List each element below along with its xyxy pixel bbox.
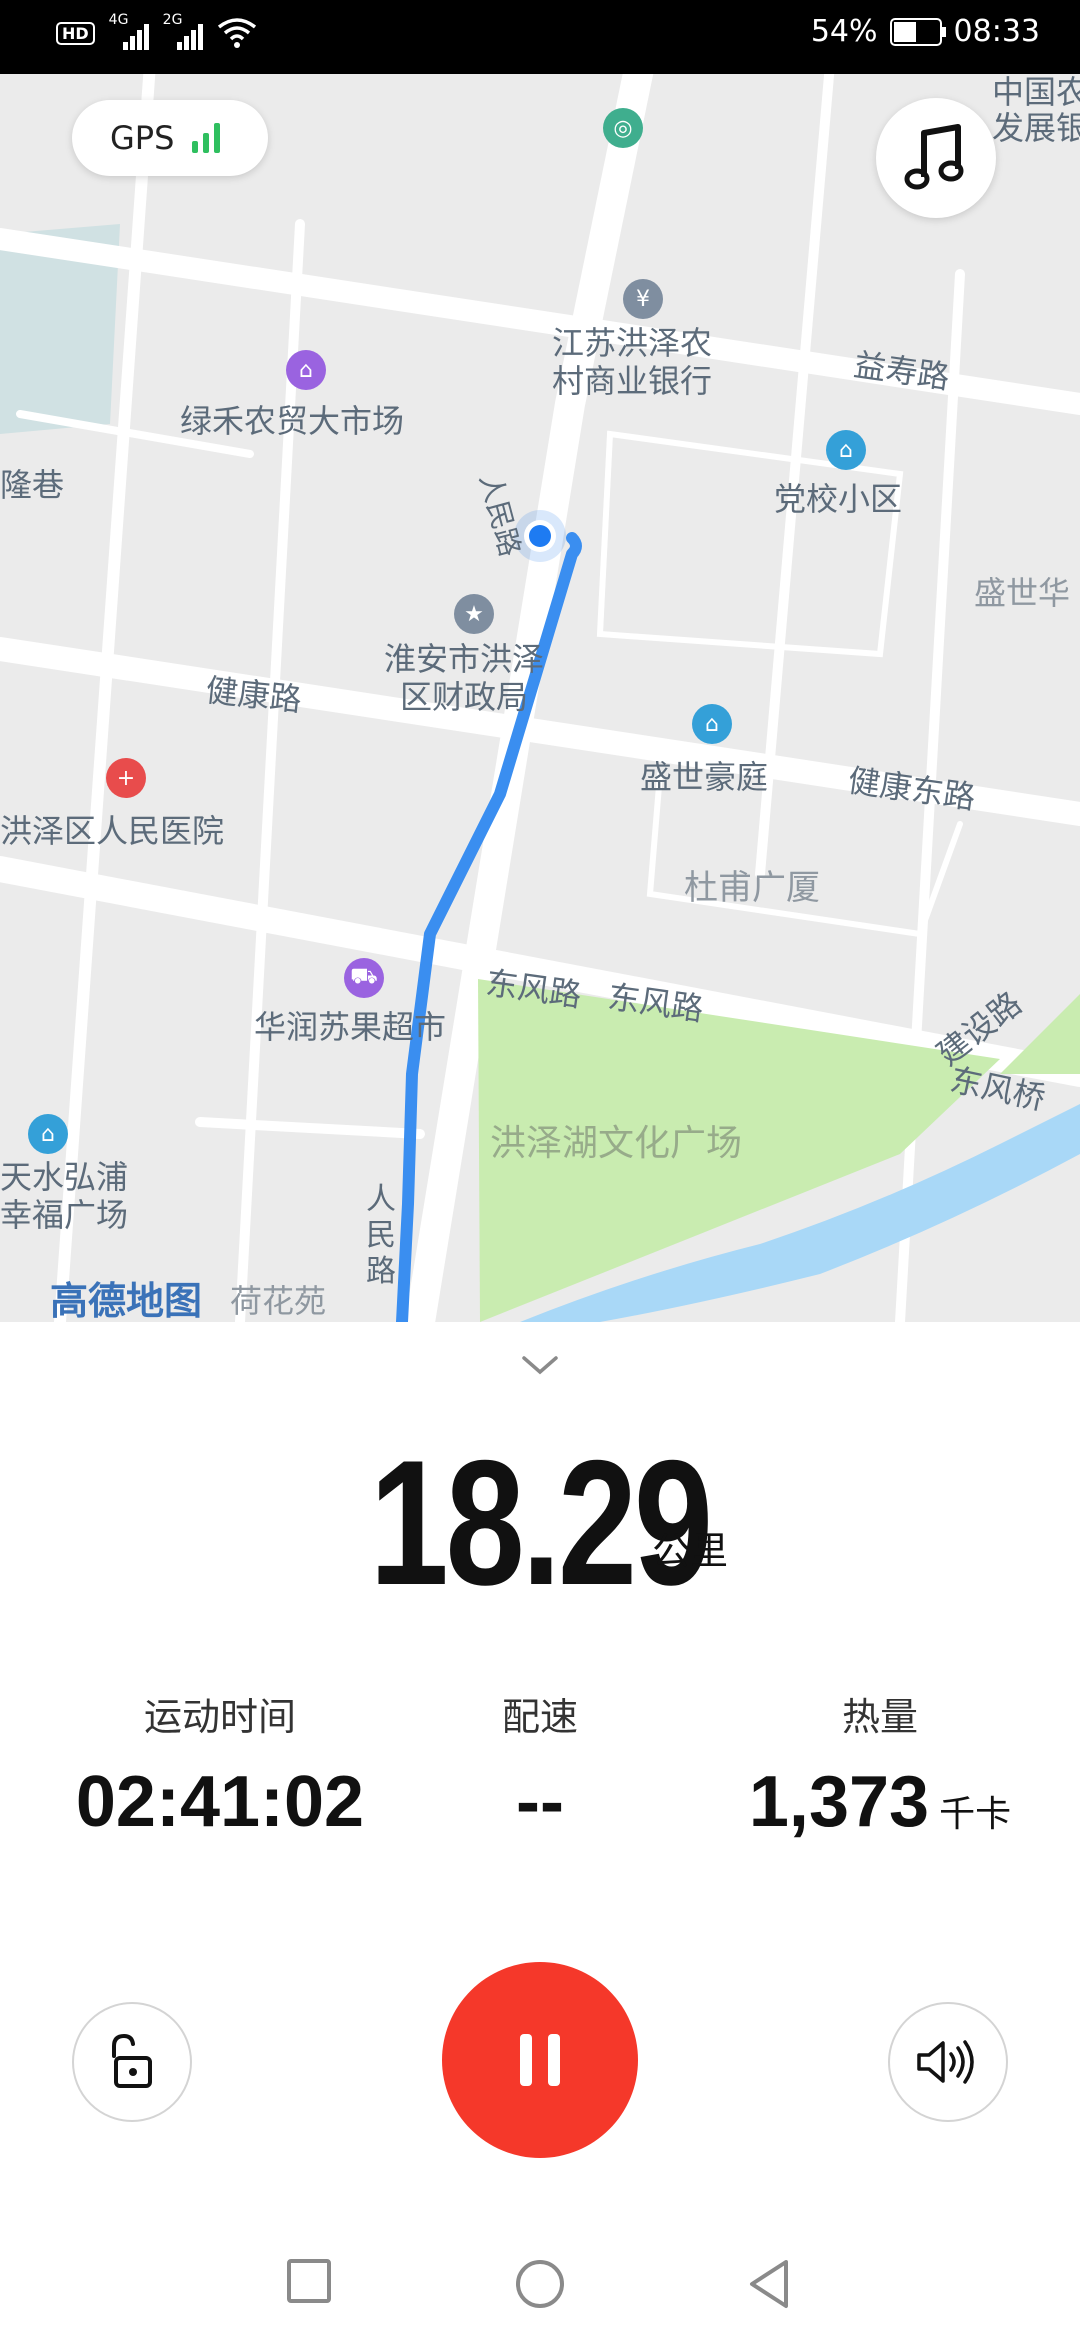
map-label-agri-bank: 中国农 发展银: [992, 74, 1080, 147]
agri-bank-icon[interactable]: ◎: [603, 108, 643, 148]
home-icon[interactable]: [514, 2258, 566, 2310]
map-label-renmin-road-bottom: 人民路: [366, 1182, 396, 1289]
stat-duration-label: 运动时间: [143, 1695, 296, 1739]
map-label-hehuayuan: 荷花苑: [230, 1282, 327, 1320]
map-label-dufu-tower: 杜甫广厦: [684, 868, 820, 908]
map-label-shuiminpu: 天水弘浦 幸福广场: [0, 1158, 129, 1234]
music-note-icon: [904, 124, 964, 190]
back-icon[interactable]: [746, 2258, 792, 2310]
status-right: 54% 08:33: [811, 14, 1040, 49]
stat-calories-value: 1,373 千卡: [748, 1762, 1012, 1842]
stat-duration: 运动时间 02:41:02: [40, 1686, 400, 1843]
distance-unit: 公里: [652, 1529, 729, 1573]
map-label-market: 绿禾农贸大市场: [180, 402, 405, 440]
clock: 08:33: [953, 14, 1040, 49]
status-bar: HD 4G 2G 54% 08:33: [0, 0, 1080, 74]
distance-display: 18.29 公里: [0, 1420, 1080, 1625]
gps-signal-icon: [192, 123, 228, 153]
residence-poi-icon-3[interactable]: ⌂: [28, 1114, 68, 1154]
status-left: HD 4G 2G: [56, 12, 257, 50]
pause-icon: [520, 2034, 560, 2086]
system-nav-bar: [0, 2220, 1080, 2340]
signal-sim1-icon: 4G: [109, 12, 149, 50]
battery-percent: 54%: [810, 14, 878, 49]
sound-button[interactable]: [888, 2002, 1008, 2122]
stat-calories-unit: 千卡: [939, 1793, 1012, 1834]
recent-apps-icon[interactable]: [286, 2258, 332, 2304]
map-label-culture-square: 洪泽湖文化广场: [490, 1123, 743, 1164]
stat-duration-value: 02:41:02: [75, 1762, 365, 1842]
gps-status: GPS: [72, 100, 268, 176]
hd-badge: HD: [56, 21, 95, 45]
route-map[interactable]: ¥ ◎ ⌂ ⌂ ★ ⌂ + ⛟ ⌂ 江苏洪泽农 村商业银行 绿禾农贸大市场 益寿…: [0, 74, 1080, 1322]
unlock-icon: [112, 2033, 152, 2088]
map-label-supermarket: 华润苏果超市: [254, 1008, 447, 1046]
map-label-jiankang-road: 健康路: [204, 671, 304, 719]
stat-pace-value: --: [516, 1762, 564, 1842]
stat-pace: 配速 --: [360, 1686, 720, 1843]
pause-button[interactable]: [442, 1962, 638, 2158]
stat-calories-label: 热量: [841, 1695, 918, 1739]
residence-poi-icon-2[interactable]: ⌂: [692, 704, 732, 744]
government-poi-icon[interactable]: ★: [454, 594, 494, 634]
map-label-long-lane: 隆巷: [0, 466, 65, 504]
stat-calories: 热量 1,373 千卡: [700, 1686, 1060, 1843]
speaker-icon: [917, 2040, 974, 2084]
wifi-icon: [217, 18, 256, 48]
amap-logo: 高德地图: [50, 1279, 203, 1322]
gps-label: GPS: [110, 119, 175, 157]
map-label-dangxiao: 党校小区: [774, 480, 903, 518]
map-label-shengshi-haoting: 盛世豪庭: [640, 758, 769, 796]
map-label-hospital: 洪泽区人民医院: [0, 812, 225, 850]
shopping-cart-icon[interactable]: ⛟: [344, 958, 384, 998]
hospital-poi-icon[interactable]: +: [106, 758, 146, 798]
bank-poi-icon[interactable]: ¥: [623, 279, 663, 319]
market-poi-icon[interactable]: ⌂: [286, 350, 326, 390]
lock-button[interactable]: [72, 2002, 192, 2122]
music-button[interactable]: [876, 98, 996, 218]
residence-poi-icon[interactable]: ⌂: [826, 430, 866, 470]
signal-sim2-icon: 2G: [163, 12, 203, 50]
map-label-finance-bureau: 淮安市洪泽 区财政局: [384, 640, 545, 716]
chevron-down-icon[interactable]: [520, 1350, 560, 1380]
battery-icon: [889, 17, 946, 46]
stat-pace-label: 配速: [501, 1695, 578, 1739]
map-label-shengshi: 盛世华: [974, 574, 1071, 612]
map-label-bank: 江苏洪泽农 村商业银行: [552, 324, 713, 400]
